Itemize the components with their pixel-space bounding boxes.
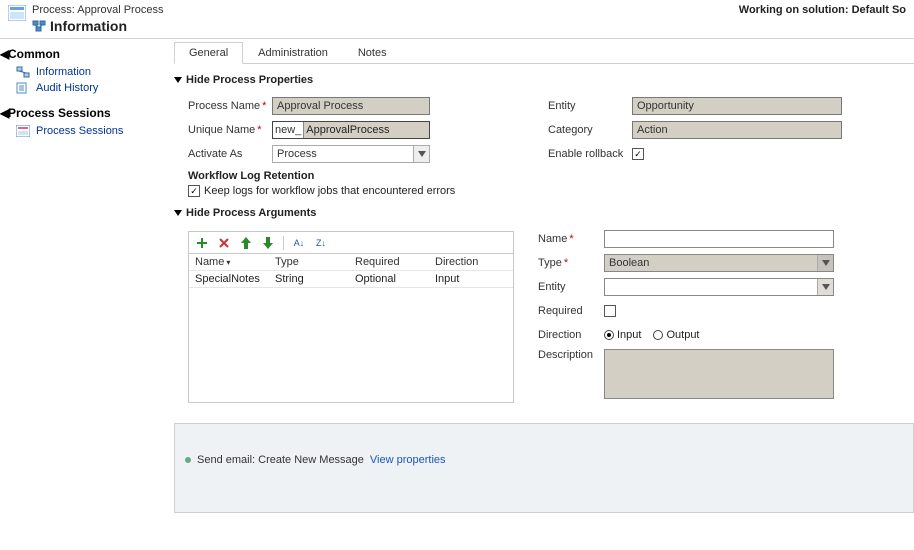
field-category[interactable]: Action (632, 121, 842, 139)
field-arg-name[interactable] (604, 230, 834, 248)
chevron-down-icon (174, 77, 182, 83)
field-arg-type[interactable]: Boolean (604, 254, 834, 272)
sidebar: ◀ Common Information Audit History ◀ Pro… (0, 38, 168, 550)
label-arg-name: Name* (538, 233, 604, 245)
chevron-down-icon (817, 255, 833, 271)
label-arg-direction: Direction (538, 329, 604, 341)
label-keep-logs: Keep logs for workflow jobs that encount… (204, 185, 455, 197)
chevron-down-icon (174, 210, 182, 216)
chevron-down-icon (817, 279, 833, 295)
label-enable-rollback: Enable rollback (548, 148, 632, 160)
label-arg-description: Description (538, 349, 604, 361)
label-arg-required: Required (538, 305, 604, 317)
field-arg-entity[interactable] (604, 278, 834, 296)
label-activate-as: Activate As (188, 148, 272, 160)
field-arg-description[interactable] (604, 349, 834, 399)
sidebar-item-audit-history[interactable]: Audit History (0, 80, 168, 96)
section-toggle-process-arguments[interactable]: Hide Process Arguments (174, 207, 914, 219)
section-toggle-process-properties[interactable]: Hide Process Properties (174, 74, 914, 86)
audit-icon (16, 82, 30, 94)
arguments-table: A↓ Z↓ Name▾ Type Required Direction Spec… (188, 231, 514, 403)
sidebar-item-label: Process Sessions (36, 125, 123, 137)
delete-argument-button[interactable] (217, 236, 231, 250)
tab-general[interactable]: General (174, 42, 243, 64)
sort-asc-button[interactable]: A↓ (292, 236, 306, 250)
checkbox-arg-required[interactable] (604, 305, 616, 317)
move-down-button[interactable] (261, 236, 275, 250)
col-direction[interactable]: Direction (435, 256, 505, 268)
process-label: Process: Approval Process (32, 4, 163, 16)
label-workflow-log-retention: Workflow Log Retention (188, 170, 528, 182)
sidebar-item-label: Audit History (36, 82, 98, 94)
sidebar-item-information[interactable]: Information (0, 64, 168, 80)
tab-notes[interactable]: Notes (343, 42, 402, 64)
col-name[interactable]: Name▾ (195, 256, 275, 268)
sessions-icon (16, 125, 30, 137)
step-text: Send email: Create New Message (197, 454, 364, 466)
checkbox-keep-logs[interactable] (188, 185, 200, 197)
field-unique-name[interactable]: new_ ApprovalProcess (272, 121, 430, 139)
field-process-name[interactable]: Approval Process (272, 97, 430, 115)
col-required[interactable]: Required (355, 256, 435, 268)
bullet-icon (185, 457, 191, 463)
radio-direction-output[interactable]: Output (653, 329, 699, 341)
label-arg-entity: Entity (538, 281, 604, 293)
field-entity[interactable]: Opportunity (632, 97, 842, 115)
information-icon (32, 20, 46, 32)
sidebar-item-process-sessions[interactable]: Process Sessions (0, 123, 168, 139)
col-type[interactable]: Type (275, 256, 355, 268)
sort-desc-button[interactable]: Z↓ (314, 236, 328, 250)
information-icon (16, 66, 30, 78)
radio-direction-input[interactable]: Input (604, 329, 641, 341)
table-row[interactable]: SpecialNotes String Optional Input (189, 271, 513, 288)
tab-bar: General Administration Notes (174, 41, 914, 64)
working-on-solution: Working on solution: Default So (739, 4, 906, 16)
label-process-name: Process Name* (188, 100, 272, 112)
sidebar-section-common: ◀ Common (0, 45, 168, 64)
label-unique-name: Unique Name* (188, 124, 272, 136)
view-properties-link[interactable]: View properties (370, 454, 446, 466)
add-argument-button[interactable] (195, 236, 209, 250)
sidebar-item-label: Information (36, 66, 91, 78)
process-icon (8, 5, 26, 21)
step-row[interactable]: Send email: Create New Message View prop… (185, 454, 903, 466)
label-arg-type: Type* (538, 257, 604, 269)
chevron-down-icon (413, 146, 429, 162)
checkbox-enable-rollback[interactable] (632, 148, 644, 160)
move-up-button[interactable] (239, 236, 253, 250)
field-activate-as[interactable]: Process (272, 145, 430, 163)
label-entity: Entity (548, 100, 632, 112)
sidebar-section-process-sessions: ◀ Process Sessions (0, 104, 168, 123)
label-category: Category (548, 124, 632, 136)
page-title: Information (50, 18, 127, 34)
steps-panel: Send email: Create New Message View prop… (174, 423, 914, 513)
tab-administration[interactable]: Administration (243, 42, 343, 64)
